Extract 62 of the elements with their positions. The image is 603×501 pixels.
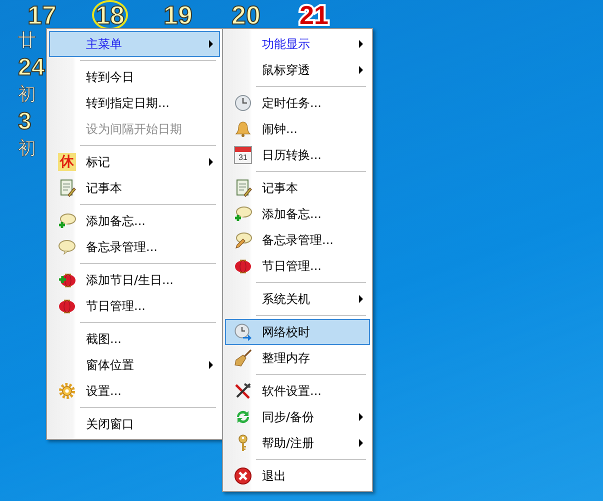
lantern-icon xyxy=(58,297,76,315)
speech-bubble-plus-icon xyxy=(58,212,76,230)
notepad-icon xyxy=(58,179,76,197)
submenu-arrow-icon xyxy=(207,39,215,49)
menu-item[interactable]: 网络校时 xyxy=(225,319,370,345)
menu-item[interactable]: 转到指定日期... xyxy=(49,90,220,116)
menu-item[interactable]: 鼠标穿透 xyxy=(225,57,370,83)
sync-arrows-icon xyxy=(234,408,252,426)
submenu-arrow-icon xyxy=(357,438,365,448)
menu-item[interactable]: 备忘录管理... xyxy=(225,227,370,253)
menu-item[interactable]: 添加节日/生日... xyxy=(49,267,220,293)
menu-item[interactable]: 设置... xyxy=(49,378,220,404)
menu-item[interactable]: 主菜单 xyxy=(49,31,220,57)
close-icon xyxy=(234,467,252,485)
rest-badge-icon: 休 xyxy=(58,153,76,171)
day-number[interactable]: 24 xyxy=(18,54,45,82)
menu-item[interactable]: 记事本 xyxy=(225,175,370,201)
menu-item[interactable]: 转到今日 xyxy=(49,64,220,90)
speech-bubble-plus-icon xyxy=(234,205,252,223)
menu-item[interactable]: 添加备忘... xyxy=(49,208,220,234)
menu-item[interactable]: 添加备忘... xyxy=(225,201,370,227)
menu-item[interactable]: 退出 xyxy=(225,463,370,489)
menu-item[interactable]: 记事本 xyxy=(49,175,220,201)
menu-item[interactable]: 节日管理... xyxy=(225,253,370,279)
menu-item[interactable]: 帮助/注册 xyxy=(225,430,370,456)
submenu-arrow-icon xyxy=(357,294,365,304)
lunar-date: 廿 xyxy=(18,29,36,53)
menu-item[interactable]: 定时任务... xyxy=(225,90,370,116)
day-number[interactable]: 20 xyxy=(231,3,261,27)
menu-item[interactable]: 软件设置... xyxy=(225,378,370,404)
bell-icon xyxy=(234,120,252,138)
menu-item[interactable]: 同步/备份 xyxy=(225,404,370,430)
menu-item[interactable]: 功能显示 xyxy=(225,31,370,57)
day-number[interactable]: 19 xyxy=(163,3,193,27)
submenu-arrow-icon xyxy=(357,39,365,49)
menu-item[interactable]: 窗体位置 xyxy=(49,352,220,378)
day-number[interactable]: 17 xyxy=(27,3,57,27)
lantern-icon xyxy=(234,257,252,275)
calendar-icon: 31 xyxy=(234,146,252,164)
submenu-arrow-icon xyxy=(207,360,215,370)
speech-bubble-icon xyxy=(58,238,76,256)
menu-item[interactable]: 闹钟... xyxy=(225,116,370,142)
menu-item[interactable]: 截图... xyxy=(49,326,220,352)
menu-item[interactable]: 系统关机 xyxy=(225,286,370,312)
speech-bubble-pencil-icon xyxy=(234,231,252,249)
submenu-arrow-icon xyxy=(357,65,365,75)
lunar-date: 初 xyxy=(18,83,36,107)
menu-item[interactable]: 31 日历转换... xyxy=(225,142,370,168)
menu-item[interactable]: 整理内存 xyxy=(225,345,370,371)
menu-item[interactable]: 休 标记 xyxy=(49,149,220,175)
lantern-plus-icon xyxy=(58,271,76,289)
menu-item[interactable]: 节日管理... xyxy=(49,293,220,319)
menu-item[interactable]: 关闭窗口 xyxy=(49,411,220,437)
day-number[interactable]: 18 xyxy=(95,3,125,27)
submenu-arrow-icon xyxy=(357,412,365,422)
submenu-arrow-icon xyxy=(207,157,215,167)
gear-icon xyxy=(58,382,76,400)
lunar-date: 初 xyxy=(18,137,36,161)
menu-item[interactable]: 备忘录管理... xyxy=(49,234,220,260)
clock-icon xyxy=(234,94,252,112)
day-number[interactable]: 3 xyxy=(18,108,32,136)
notepad-icon xyxy=(234,179,252,197)
